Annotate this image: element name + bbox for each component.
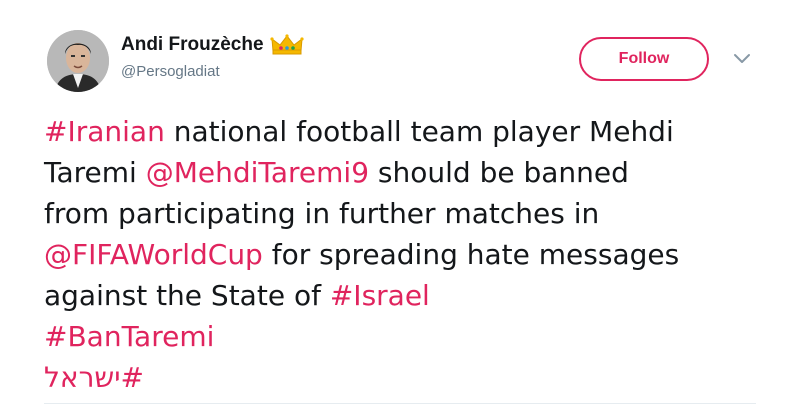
user-name-row: Andi Frouzèche (121, 34, 304, 56)
tweet-text-segment: national football team player Mehdi (164, 115, 674, 148)
tweet-text-segment: against the State of (44, 279, 330, 312)
hashtag-link[interactable]: #BanTaremi (44, 320, 214, 353)
chevron-down-icon[interactable] (733, 52, 751, 64)
user-handle[interactable]: @Persogladiat (121, 63, 220, 80)
avatar-photo (47, 30, 109, 92)
tweet-text-segment: from participating in further matches in (44, 197, 600, 230)
hashtag-link[interactable]: #Israel (330, 279, 430, 312)
follow-button[interactable]: Follow (579, 37, 709, 81)
tweet-text-line: Taremi @MehdiTaremi9 should be banned (44, 152, 784, 193)
tweet-text-segment: should be banned (369, 156, 629, 189)
tweet-text-line: #Iranian national football team player M… (44, 111, 784, 152)
crown-icon (269, 34, 304, 56)
tweet-text: #Iranian national football team player M… (44, 111, 784, 398)
tweet-text-segment: Taremi (44, 156, 146, 189)
user-display-name[interactable]: Andi Frouzèche (121, 34, 264, 56)
tweet-card: Andi Frouzèche @Persogladiat Follow #Ira… (0, 0, 800, 404)
tweet-text-line: against the State of #Israel (44, 275, 784, 316)
tweet-text-line: #ישראל (44, 357, 784, 398)
tweet-text-line: #BanTaremi (44, 316, 784, 357)
hashtag-link[interactable]: #ישראל (44, 361, 144, 394)
mention-link[interactable]: @FIFAWorldCup (44, 238, 263, 271)
mention-link[interactable]: @MehdiTaremi9 (146, 156, 369, 189)
tweet-text-line: from participating in further matches in (44, 193, 784, 234)
tweet-text-segment: for spreading hate messages (262, 238, 680, 271)
avatar[interactable] (47, 30, 109, 92)
tweet-text-line: @FIFAWorldCup for spreading hate message… (44, 234, 784, 275)
hashtag-link[interactable]: #Iranian (44, 115, 165, 148)
